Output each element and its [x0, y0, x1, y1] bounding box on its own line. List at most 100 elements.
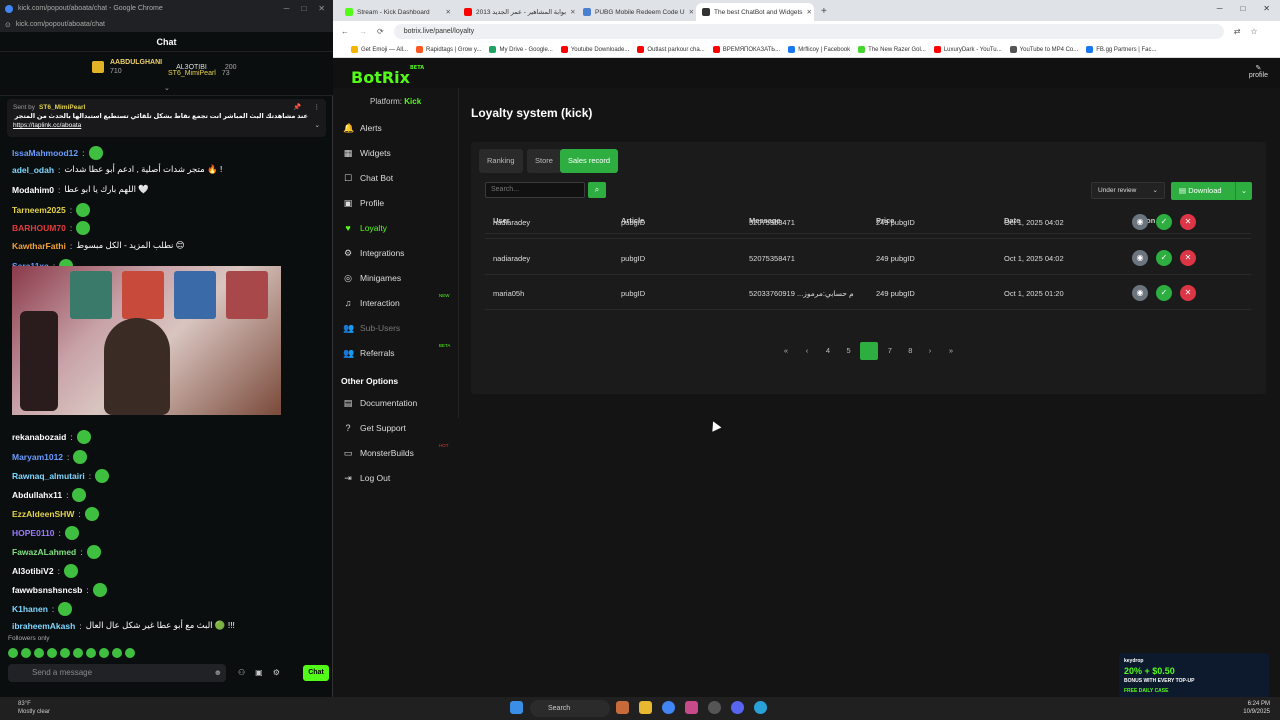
browser-tab[interactable]: PUBG Mobile Redeem Code U ✕ — [577, 3, 695, 21]
close-tab-icon[interactable]: ✕ — [570, 8, 575, 16]
minimize-icon[interactable]: ─ — [284, 4, 290, 13]
bookmark-item[interactable]: My Drive - Google... — [489, 46, 553, 53]
weather-widget[interactable]: 83°F Mostly clear — [18, 700, 50, 716]
emote-icon[interactable] — [21, 648, 31, 658]
expand-leaderboard-icon[interactable]: ⌄ — [164, 84, 170, 92]
settings-icon[interactable]: ⚙ — [273, 668, 280, 677]
chat-username[interactable]: ibraheemAkash — [12, 621, 75, 631]
emote-icon[interactable] — [47, 648, 57, 658]
chat-username[interactable]: Al3otibiV2 — [12, 566, 54, 576]
leader-name[interactable]: ST6_MimiPearl — [168, 70, 216, 77]
steam-app-icon[interactable] — [731, 701, 744, 714]
emote-icon[interactable] — [86, 648, 96, 658]
pin-sender[interactable]: ST6_MimiPearl — [39, 103, 85, 112]
minimize-icon[interactable]: ─ — [1217, 4, 1223, 13]
chat-username[interactable]: EzzAldeenSHW — [12, 509, 74, 519]
taskbar-search[interactable]: Search — [530, 700, 610, 717]
chat-username[interactable]: rekanabozaid — [12, 432, 66, 442]
download-dropdown-icon[interactable]: ⌄ — [1235, 182, 1252, 200]
page-number[interactable]: 7 — [881, 342, 899, 360]
keydrop-ad[interactable]: keydrop 20% + $0.50 BONUS WITH EVERY TOP… — [1119, 653, 1269, 698]
emote-icon[interactable] — [34, 648, 44, 658]
emote-icon[interactable] — [99, 648, 109, 658]
chevron-down-icon[interactable]: ⌄ — [315, 121, 320, 130]
translate-icon[interactable]: ⇄ — [1234, 27, 1241, 36]
view-icon[interactable]: ◉ — [1132, 285, 1148, 301]
next-page-icon[interactable]: › — [921, 342, 939, 360]
page-number[interactable]: 6 — [860, 342, 879, 360]
sidebar-item-chat-bot[interactable]: ☐ Chat Bot — [343, 173, 393, 183]
close-icon[interactable]: ✕ — [1263, 4, 1270, 13]
page-number[interactable]: 4 — [819, 342, 837, 360]
approve-icon[interactable]: ✓ — [1156, 250, 1172, 266]
view-icon[interactable]: ◉ — [1132, 214, 1148, 230]
page-number[interactable]: 5 — [840, 342, 858, 360]
sidebar-item-minigames[interactable]: ◎ Minigames — [343, 273, 401, 283]
profile-menu[interactable]: ✎ profile — [1249, 64, 1268, 79]
status-filter-select[interactable]: Under review ⌄ — [1091, 182, 1165, 199]
sidebar-item-widgets[interactable]: ▦ Widgets — [343, 148, 391, 158]
maximize-icon[interactable]: □ — [301, 4, 306, 13]
approve-icon[interactable]: ✓ — [1156, 214, 1172, 230]
sidebar-item-alerts[interactable]: 🔔 Alerts — [343, 123, 382, 133]
chat-window-addressbar[interactable]: ⊙ kick.com/popout/aboata/chat — [0, 17, 333, 32]
chat-username[interactable]: Maryam1012 — [12, 452, 63, 462]
chat-username[interactable]: Abdullahx11 — [12, 490, 62, 500]
close-tab-icon[interactable]: ✕ — [807, 8, 812, 16]
bookmark-item[interactable]: The New Razer Gol... — [858, 46, 926, 53]
close-tab-icon[interactable]: ✕ — [446, 8, 451, 16]
chat-username[interactable]: adel_odah — [12, 165, 54, 175]
sidebar-item-monsterbuilds[interactable]: ▭ MonsterBuilds — [343, 448, 414, 458]
maximize-icon[interactable]: □ — [1240, 4, 1245, 13]
chat-username[interactable]: Modahim0 — [12, 185, 54, 195]
bookmark-item[interactable]: Outlast parkour cha... — [637, 46, 705, 53]
taskbar-clock[interactable]: 6:24 PM 10/9/2025 — [1243, 700, 1270, 716]
emoji-icon[interactable]: ☻ — [214, 664, 222, 682]
chat-username[interactable]: K1hanen — [12, 604, 48, 614]
reject-icon[interactable]: ✕ — [1180, 285, 1196, 301]
chat-username[interactable]: KawtharFathi — [12, 241, 66, 251]
chat-username[interactable]: Rawnaq_almutairi — [12, 471, 85, 481]
sidebar-item-interaction[interactable]: ♫ Interaction — [343, 298, 400, 308]
emote-icon[interactable] — [112, 648, 122, 658]
send-chat-button[interactable]: Chat — [303, 665, 329, 681]
obs-app-icon[interactable] — [708, 701, 721, 714]
browser-tab[interactable]: The best ChatBot and Widgets ✕ — [696, 3, 814, 21]
pin-link[interactable]: https://taplink.cc/aboata — [13, 121, 81, 130]
reject-icon[interactable]: ✕ — [1180, 214, 1196, 230]
bookmark-item[interactable]: YouTube to MP4 Co... — [1009, 46, 1078, 53]
bookmark-item[interactable]: ВРЕМЯПОКАЗАТЬ... — [712, 46, 780, 53]
bookmark-item[interactable]: Rapidtags | Grow y... — [416, 46, 481, 53]
pin-icon[interactable]: 📌 — [293, 103, 301, 112]
address-bar[interactable]: botrix.live/panel/loyalty — [393, 24, 1224, 39]
emote-icon[interactable] — [125, 648, 135, 658]
reject-icon[interactable]: ✕ — [1180, 250, 1196, 266]
bookmark-item[interactable]: LuxuryDark - YouTu... — [933, 46, 1002, 53]
edge-app-icon[interactable] — [754, 701, 767, 714]
sidebar-item-referrals[interactable]: 👥 Referrals — [343, 348, 394, 358]
leader-name[interactable]: AABDULGHANI — [110, 59, 162, 66]
site-info-icon[interactable]: ⊙ — [5, 21, 11, 29]
download-button[interactable]: ▤ Download ⌄ — [1171, 182, 1252, 200]
browser-tab[interactable]: Stream - Kick Dashboard ✕ — [339, 3, 457, 21]
close-icon[interactable]: ✕ — [318, 4, 325, 13]
points-icon[interactable]: ⚇ — [238, 668, 245, 677]
chat-input[interactable]: Send a message ☻ — [8, 664, 226, 682]
bookmark-item[interactable]: FB.gg Partners | Fac... — [1086, 46, 1157, 53]
more-icon[interactable]: ⋮ — [314, 103, 321, 112]
chrome-app-icon[interactable] — [662, 701, 675, 714]
chat-username[interactable]: HOPE0110 — [12, 528, 55, 538]
view-icon[interactable]: ◉ — [1132, 250, 1148, 266]
bookmark-item[interactable]: Mrflicoy | Facebook — [788, 46, 850, 53]
sidebar-item-profile[interactable]: ▣ Profile — [343, 198, 384, 208]
new-tab-icon[interactable]: + — [815, 3, 833, 21]
sidebar-item-log-out[interactable]: ⇥ Log Out — [343, 473, 390, 483]
sidebar-item-documentation[interactable]: ▤ Documentation — [343, 398, 417, 408]
sidebar-item-integrations[interactable]: ⚙ Integrations — [343, 248, 404, 258]
chat-username[interactable]: fawwbsnshsncsb — [12, 585, 82, 595]
emote-icon[interactable] — [8, 648, 18, 658]
botrix-logo[interactable]: BotRixBETA — [351, 65, 424, 87]
page-number[interactable]: 8 — [901, 342, 919, 360]
tab-store[interactable]: Store — [527, 149, 561, 173]
close-tab-icon[interactable]: ✕ — [689, 8, 694, 16]
